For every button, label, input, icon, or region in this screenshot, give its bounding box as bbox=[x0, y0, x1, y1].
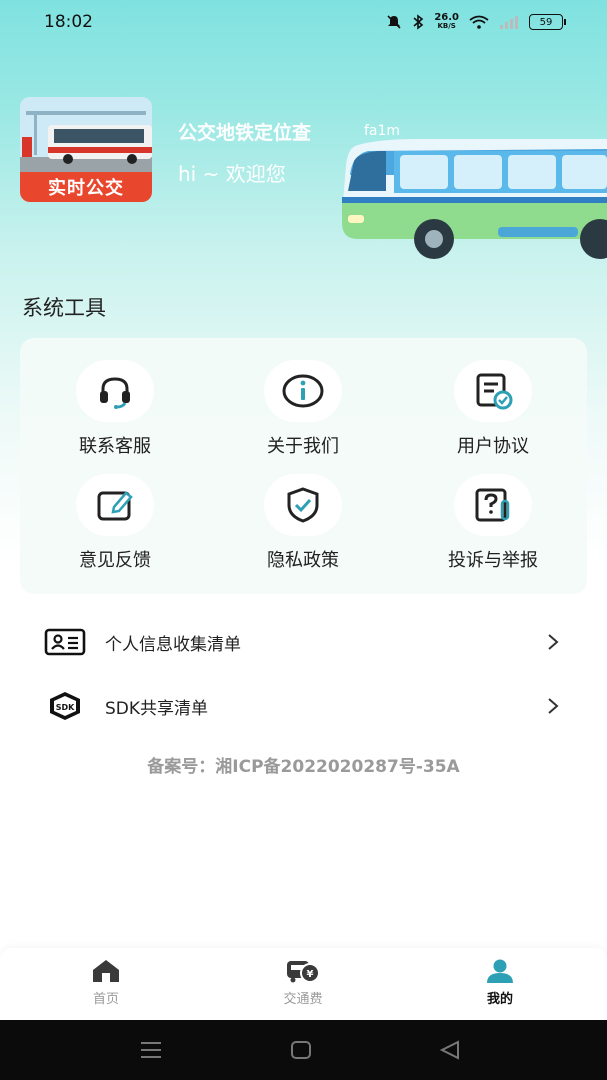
tool-user-agreement[interactable]: 用户协议 bbox=[408, 360, 578, 470]
agreement-icon bbox=[476, 373, 513, 410]
home-nav-icon[interactable] bbox=[289, 1040, 313, 1060]
list-icon-wrap bbox=[44, 627, 86, 657]
section-title-system-tools: 系统工具 bbox=[22, 296, 106, 320]
bus-illustration bbox=[341, 139, 607, 259]
tool-icon-bg bbox=[264, 360, 342, 422]
tab-mine[interactable]: 我的 bbox=[440, 958, 560, 1014]
shield-check-icon bbox=[287, 487, 319, 523]
back-nav-icon[interactable] bbox=[438, 1040, 462, 1060]
net-speed-value: 26.0 bbox=[434, 12, 459, 23]
tool-about-us[interactable]: 关于我们 bbox=[218, 360, 388, 470]
tool-label: 关于我们 bbox=[267, 436, 339, 457]
menu-nav-icon[interactable] bbox=[139, 1040, 163, 1060]
icp-record: 备案号：湘ICP备2022020287号-35A bbox=[147, 757, 460, 777]
mute-icon bbox=[387, 15, 401, 29]
logo-bus-scene bbox=[20, 97, 152, 172]
tool-label: 意见反馈 bbox=[79, 550, 151, 571]
battery-level: 59 bbox=[539, 16, 553, 28]
tool-icon-bg bbox=[76, 474, 154, 536]
tool-feedback[interactable]: 意见反馈 bbox=[30, 474, 200, 584]
tab-bus-fare[interactable]: ¥ 交通费 bbox=[243, 958, 363, 1014]
tool-privacy-policy[interactable]: 隐私政策 bbox=[218, 474, 388, 584]
bus-fare-icon: ¥ bbox=[287, 961, 320, 983]
app-logo: 实时公交 bbox=[20, 97, 152, 202]
signal-icon bbox=[500, 16, 518, 29]
status-bar: 18:02 26.0 KB/S 59 bbox=[0, 0, 607, 44]
wifi-icon bbox=[469, 15, 489, 29]
svg-text:SDK: SDK bbox=[56, 703, 75, 712]
list-item-personal-info[interactable]: 个人信息收集清单 bbox=[0, 610, 607, 674]
info-icon bbox=[282, 374, 324, 408]
headset-icon bbox=[100, 377, 130, 409]
tool-label: 投诉与举报 bbox=[448, 550, 538, 571]
tool-icon-bg bbox=[264, 474, 342, 536]
net-speed: 26.0 KB/S bbox=[434, 13, 459, 31]
tool-icon-bg bbox=[454, 474, 532, 536]
app-name: 公交地铁定位查 bbox=[178, 122, 312, 144]
list-item-sdk-share[interactable]: SDK SDK共享清单 bbox=[0, 674, 607, 738]
tab-home[interactable]: 首页 bbox=[46, 958, 166, 1014]
feedback-edit-icon bbox=[97, 491, 133, 521]
bottom-tab-bar: 首页 ¥ 交通费 我的 bbox=[0, 948, 607, 1020]
list-item-label: SDK共享清单 bbox=[105, 698, 209, 719]
tools-card: 联系客服 关于我们 用户协议 意见反馈 隐私政策 投诉与举报 bbox=[20, 338, 587, 594]
tool-icon-bg bbox=[454, 360, 532, 422]
id-card-icon bbox=[44, 628, 86, 656]
tool-label: 隐私政策 bbox=[267, 550, 339, 571]
tool-label: 用户协议 bbox=[457, 436, 529, 457]
system-nav-bar bbox=[0, 1020, 607, 1080]
user-icon bbox=[487, 959, 513, 983]
tool-icon-bg bbox=[76, 360, 154, 422]
tool-complaint-report[interactable]: 投诉与举报 bbox=[408, 474, 578, 584]
home-icon bbox=[93, 960, 119, 982]
status-icons: 26.0 KB/S 59 bbox=[386, 13, 566, 31]
list-icon-wrap: SDK bbox=[44, 691, 86, 721]
battery-icon: 59 bbox=[529, 14, 566, 30]
chevron-right-icon bbox=[548, 698, 559, 714]
tab-label: 交通费 bbox=[283, 992, 323, 1007]
tab-label: 首页 bbox=[92, 992, 119, 1007]
bluetooth-icon bbox=[413, 14, 424, 30]
net-speed-unit: KB/S bbox=[437, 22, 456, 30]
tool-label: 联系客服 bbox=[79, 436, 151, 457]
svg-text:¥: ¥ bbox=[307, 969, 314, 980]
tool-contact-service[interactable]: 联系客服 bbox=[30, 360, 200, 470]
report-icon bbox=[475, 488, 510, 522]
sdk-box-icon: SDK bbox=[50, 692, 80, 720]
list-item-label: 个人信息收集清单 bbox=[105, 634, 241, 655]
tab-label: 我的 bbox=[486, 992, 513, 1007]
status-time: 18:02 bbox=[44, 12, 93, 32]
welcome-text: hi ~ 欢迎您 bbox=[178, 162, 286, 186]
chevron-right-icon bbox=[548, 634, 559, 650]
logo-banner-text: 实时公交 bbox=[20, 172, 152, 202]
